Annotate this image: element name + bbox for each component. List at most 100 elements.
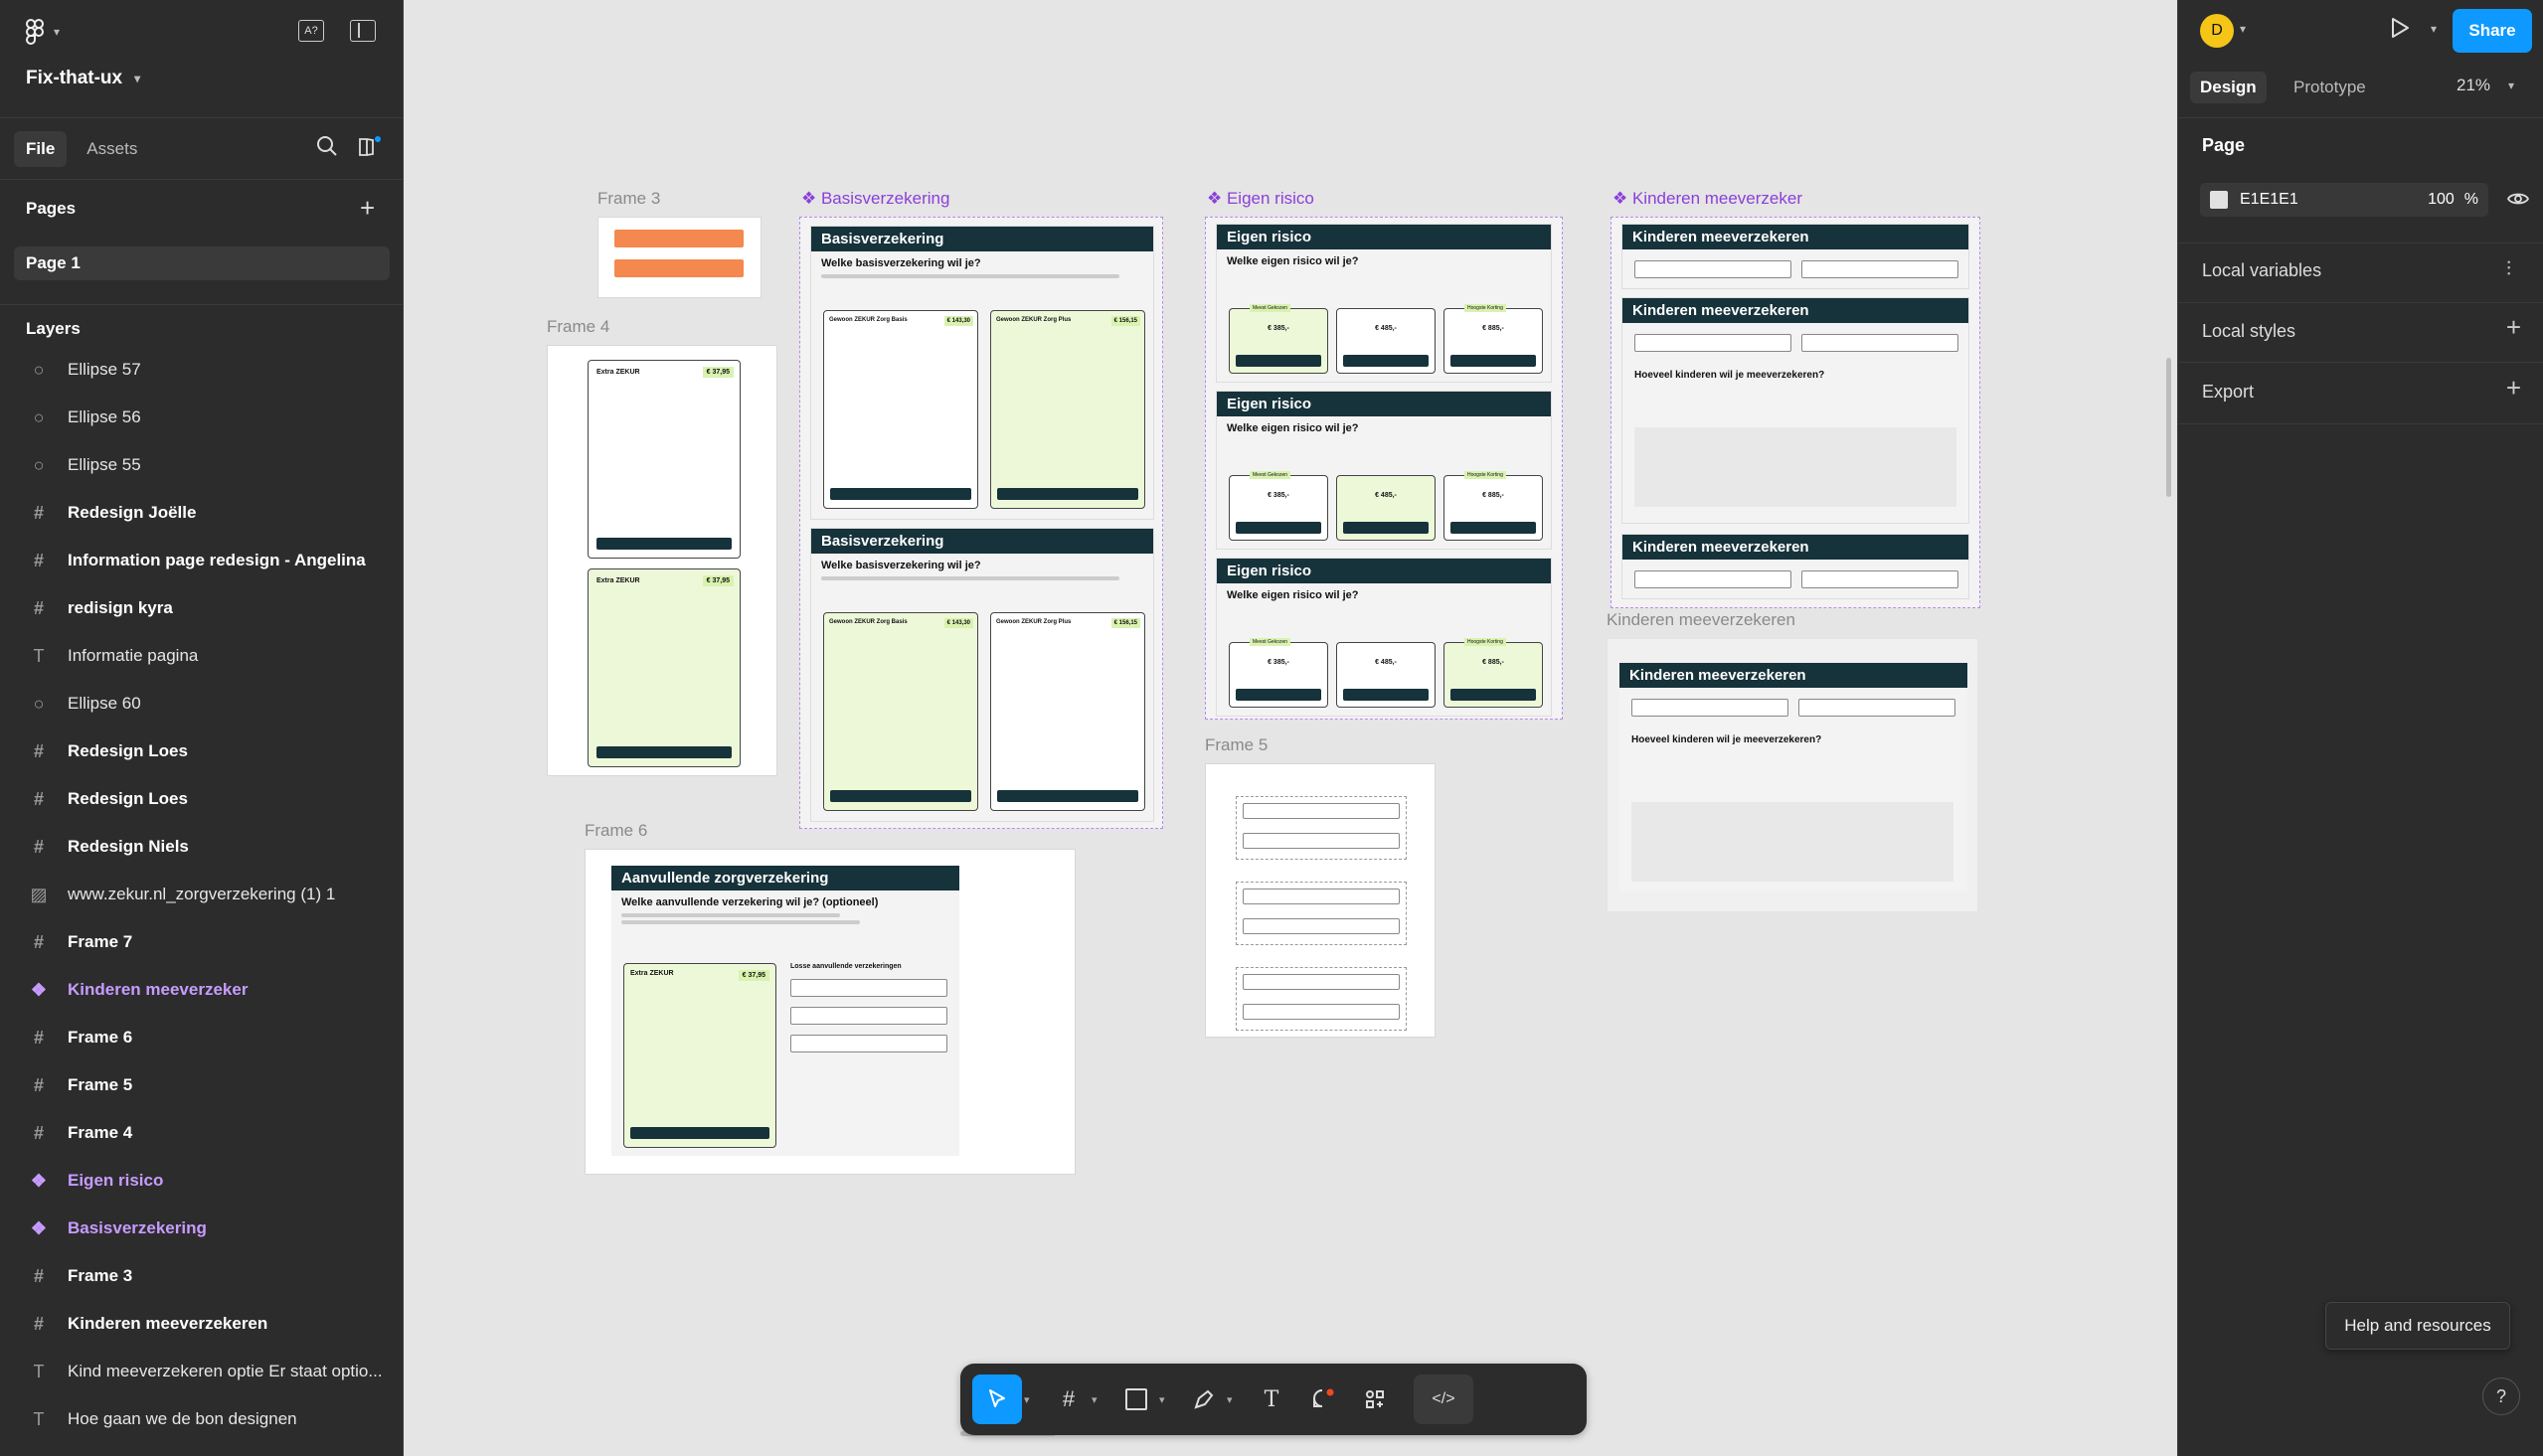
component-icon: ❖ [30,1170,48,1191]
frame-label[interactable]: Frame 6 [585,821,647,841]
page-color-field[interactable]: E1E1E1 100 % [2200,183,2488,217]
frame-label[interactable]: Frame 4 [547,317,609,337]
tab-file[interactable]: File [14,131,68,167]
layers-list: ○ Ellipse 57 ○ Ellipse 56 ○ Ellipse 55 # Redesi… [0,346,403,1456]
chevron-down-icon[interactable]: ▾ [1024,1393,1038,1406]
layer-item[interactable]: # redisign kyra [0,584,403,632]
layer-item[interactable]: ○ Ellipse 55 [0,441,403,489]
export-section[interactable]: Export [2202,382,2254,403]
layer-item[interactable]: # Redesign Loes [0,728,403,775]
eye-icon[interactable] [2506,189,2530,214]
actions-tool[interactable] [1354,1375,1396,1424]
add-style-icon[interactable]: + [2506,312,2521,343]
divider [0,117,403,118]
layer-item[interactable]: ❖ Basisverzekering [0,1205,403,1252]
layer-item[interactable]: # Frame 3 [0,1252,403,1300]
layer-item[interactable]: ❖ Kinderen meeverzeker [0,966,403,1014]
kinderen-meeverzekeren-frame[interactable]: Kinderen meeverzekeren Hoeveel kinderen … [1607,638,1978,912]
color-opacity: 100 [2428,191,2455,208]
option-pill [1243,889,1400,904]
text-icon: T [33,1408,45,1429]
frame-6[interactable]: Aanvullende zorgverzekering Welke aanvul… [585,849,1076,1175]
add-page-icon[interactable]: + [360,193,375,224]
component-label[interactable]: ❖ Basisverzekering [801,189,949,209]
play-icon[interactable] [2389,16,2411,45]
chevron-down-icon[interactable]: ▾ [1159,1393,1173,1406]
option-no [1801,570,1958,588]
option-no [1801,334,1958,352]
zoom-control[interactable]: 21% ▾ [2457,76,2514,95]
layer-item[interactable]: T Hoe gaan we de bon designen [0,1395,403,1443]
comment-tool[interactable] [1302,1375,1344,1424]
main-menu-button[interactable]: ▾ [26,18,60,46]
vertical-scrollbar[interactable] [2166,358,2171,497]
frame-3[interactable] [597,217,762,298]
design-canvas[interactable]: Frame 3 Frame 4 Extra ZEKUR € 37,95 Extr… [404,0,2177,1456]
sidebar-toggle-icon[interactable] [350,20,376,42]
frame-4[interactable]: Extra ZEKUR € 37,95 Extra ZEKUR € 37,95 [547,345,777,776]
local-styles-section[interactable]: Local styles [2202,321,2295,342]
pen-tool[interactable] [1183,1375,1225,1424]
project-name[interactable]: Fix-that-ux ▾ [26,68,140,89]
text-icon: T [33,645,45,666]
frame-5[interactable] [1205,763,1436,1038]
chevron-down-icon[interactable]: ▾ [1227,1393,1241,1406]
layer-name: Basisverzekering [68,1218,207,1237]
select-button [630,1127,769,1139]
tab-design[interactable]: Design [2190,72,2267,103]
basisverzekering-component[interactable]: Basisverzekering Welke basisverzekering … [799,217,1163,829]
dev-mode-toggle[interactable]: </> [1414,1375,1473,1424]
layer-item[interactable]: # Redesign Niels [0,823,403,871]
rectangle-tool[interactable] [1115,1375,1157,1424]
component-label[interactable]: ❖ Kinderen meeverzeker [1612,189,1802,209]
page-item-1[interactable]: Page 1 [14,246,390,280]
layer-item[interactable]: # Frame 6 [0,1014,403,1061]
layer-name: Frame 7 [68,932,133,951]
layer-item[interactable]: # Kinderen meeverzekeren [0,1300,403,1348]
layer-item[interactable]: T Kind meeverzekeren optie Er staat optio… [0,1348,403,1395]
image-icon: ▨ [30,884,48,904]
search-icon[interactable] [316,135,338,162]
frame-label[interactable]: Frame 5 [1205,735,1268,755]
local-variables-section[interactable]: Local variables [2202,260,2321,281]
help-button[interactable]: ? [2482,1377,2520,1415]
color-hex: E1E1E1 [2240,191,2298,208]
layer-item[interactable]: # Frame 5 [0,1061,403,1109]
move-tool[interactable] [972,1375,1022,1424]
chevron-down-icon[interactable]: ▾ [2431,22,2437,36]
layer-item[interactable]: T Informatie pagina [0,632,403,680]
layer-item[interactable]: # Frame 4 [0,1109,403,1157]
library-icon[interactable] [358,135,382,162]
layer-item[interactable]: ▨ www.zekur.nl_zorgverzekering (1) 1 [0,871,403,918]
ai-tool-icon[interactable]: A? [298,20,324,42]
layer-item[interactable]: ○ Ellipse 60 [0,680,403,728]
chevron-down-icon[interactable]: ▾ [2240,22,2246,36]
share-button[interactable]: Share [2453,9,2532,53]
layer-item[interactable]: # Redesign Loes [0,775,403,823]
frame-icon: # [33,1313,44,1334]
layer-item[interactable]: ○ Ellipse 57 [0,346,403,394]
kinderen-component[interactable]: Kinderen meeverzekeren Kinderen meeverze… [1611,217,1980,608]
price: € 37,95 [702,575,734,586]
component-icon: ❖ [30,1217,48,1238]
layer-item[interactable]: # Redesign Joëlle [0,489,403,537]
add-export-icon[interactable]: + [2506,373,2521,404]
frame-icon: # [33,597,44,618]
question: Hoeveel kinderen wil je meeverzekeren? [1634,370,1825,381]
text-tool[interactable]: T [1251,1375,1292,1424]
layer-item[interactable]: ❖ Eigen risico [0,1157,403,1205]
option-pill [790,979,947,997]
avatar[interactable]: D [2200,14,2234,48]
frame-label[interactable]: Kinderen meeverzekeren [1607,610,1795,630]
layer-item[interactable]: # Information page redesign - Angelina [0,537,403,584]
variables-icon[interactable]: ⫶ [2506,258,2511,281]
tab-prototype[interactable]: Prototype [2293,78,2366,97]
layer-item[interactable]: TVertel jezep klour voor onderscheid w..… [0,1443,403,1456]
chevron-down-icon[interactable]: ▾ [1092,1393,1105,1406]
frame-label[interactable]: Frame 3 [597,189,660,209]
component-label[interactable]: ❖ Eigen risico [1207,189,1314,209]
layer-item[interactable]: ○ Ellipse 56 [0,394,403,441]
frame-tool[interactable]: # [1048,1375,1090,1424]
tab-assets[interactable]: Assets [75,131,149,167]
layer-item[interactable]: # Frame 7 [0,918,403,966]
